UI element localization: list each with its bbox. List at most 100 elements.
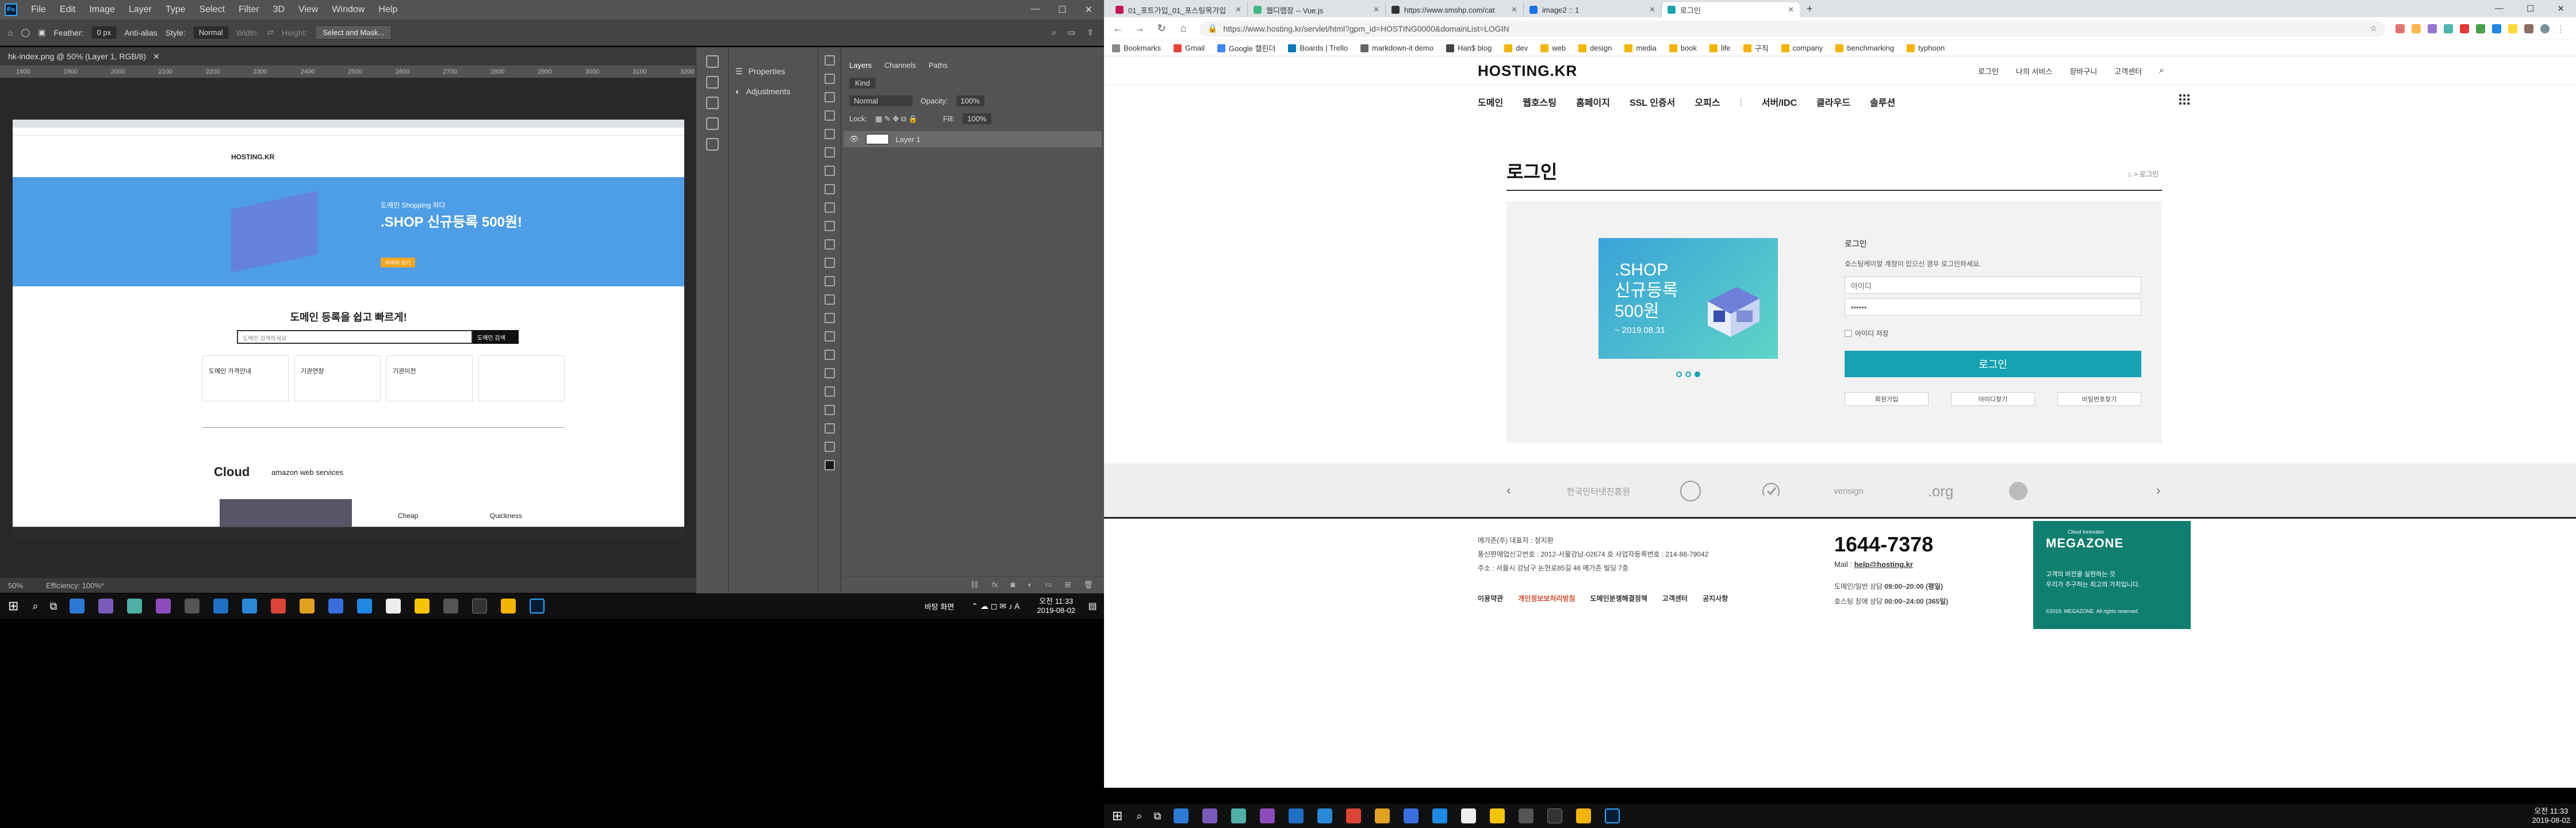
app-icon[interactable] (328, 599, 344, 614)
adjustment-layer-icon[interactable]: ◐ (1028, 580, 1032, 590)
footer-notice-link[interactable]: 공지사항 (1703, 593, 1728, 603)
bookmark-folder[interactable]: 구직 (1743, 43, 1769, 53)
edge-icon[interactable] (213, 599, 229, 614)
app-icon[interactable] (1231, 808, 1247, 823)
crop-tool-icon[interactable] (824, 129, 835, 139)
breadcrumb[interactable]: ⌂ > 로그인 (2128, 169, 2159, 179)
tab-channels[interactable]: Channels (884, 61, 916, 70)
util-support-link[interactable]: 고객센터 (2114, 66, 2142, 76)
layer-name[interactable]: Layer 1 (896, 135, 921, 144)
extension-icon[interactable] (2412, 24, 2421, 33)
extension-icon[interactable] (2395, 24, 2405, 33)
menu-select[interactable]: Select (193, 5, 232, 15)
minimize-icon[interactable]: — (2495, 3, 2504, 14)
reload-icon[interactable]: ↻ (1156, 22, 1167, 34)
move-tool-icon[interactable] (824, 55, 835, 66)
menu-filter[interactable]: Filter (232, 5, 266, 15)
tray-icons[interactable]: ⌃ ☁ ◻ ✉ ♪ A (971, 601, 1031, 611)
remember-id-checkbox[interactable]: 아이디 저장 (1845, 328, 2141, 338)
opacity-input[interactable]: 100% (956, 95, 984, 106)
document-tab-close-icon[interactable]: ✕ (153, 52, 160, 62)
marquee-tool-icon[interactable]: ◯ (21, 28, 30, 37)
type-tool-icon[interactable] (824, 350, 835, 360)
blur-tool-icon[interactable] (824, 294, 835, 305)
app-icon[interactable] (156, 599, 171, 614)
notification-icon[interactable]: ▤ (1081, 600, 1104, 612)
util-my-service-link[interactable]: 나의 서비스 (2016, 66, 2052, 76)
blend-mode-select[interactable]: Normal (849, 95, 913, 106)
lock-icons[interactable]: ▦ ✎ ✥ ⧉ 🔒 (875, 114, 918, 124)
windows-start-icon[interactable]: ⊞ (0, 599, 26, 614)
windows-start-icon[interactable]: ⊞ (1104, 808, 1130, 823)
app-icon[interactable] (386, 599, 401, 614)
search-icon[interactable]: ⌕ (1130, 810, 1148, 822)
address-bar[interactable]: 🔒 https://www.hosting.kr/servlet/html?gp… (1199, 20, 2385, 37)
forward-icon[interactable]: → (1134, 22, 1145, 34)
nav-homepage[interactable]: 홈페이지 (1576, 95, 1610, 109)
workspace-icon[interactable]: ▭ (1068, 28, 1075, 37)
folder-icon[interactable] (1576, 808, 1592, 823)
bookmark-item[interactable]: markdown-it demo (1360, 44, 1433, 52)
lasso-tool-icon[interactable] (824, 92, 835, 102)
bookmark-folder[interactable]: book (1669, 44, 1697, 52)
folder-icon[interactable] (501, 599, 516, 614)
pen-tool-icon[interactable] (824, 331, 835, 342)
menu-kebab-icon[interactable]: ⋮ (2556, 24, 2564, 33)
group-icon[interactable]: ▭ (1045, 580, 1052, 590)
bookmark-folder[interactable]: media (1624, 44, 1657, 52)
search-icon[interactable]: ⌕ (1052, 28, 1056, 37)
bookmark-item[interactable]: Han$ blog (1446, 44, 1492, 52)
stamp-tool-icon[interactable] (824, 221, 835, 231)
app-icon[interactable] (70, 599, 85, 614)
extension-icon[interactable] (2476, 24, 2485, 33)
maximize-icon[interactable]: ☐ (2527, 3, 2534, 14)
bookmark-folder[interactable]: dev (1504, 44, 1528, 52)
nav-solution[interactable]: 솔루션 (1870, 95, 1895, 109)
profile-avatar[interactable] (2540, 24, 2550, 33)
pagination-dot-active[interactable] (1695, 371, 1700, 377)
extension-icon[interactable] (2492, 24, 2501, 33)
zoom-tool-icon[interactable] (824, 423, 835, 434)
fx-icon[interactable]: fx (992, 580, 998, 590)
kakaotalk-icon[interactable] (415, 599, 430, 614)
task-view-icon[interactable]: ⧉ (44, 600, 63, 612)
chrome-icon[interactable] (300, 599, 315, 614)
menu-file[interactable]: File (24, 5, 53, 15)
shape-tool-icon[interactable] (824, 386, 835, 397)
nav-cloud[interactable]: 클라우드 (1816, 95, 1850, 109)
fill-input[interactable]: 100% (963, 113, 991, 124)
chevron-right-icon[interactable]: › (2156, 483, 2160, 498)
bookmark-item[interactable]: Google 캘린더 (1217, 43, 1275, 53)
brush-settings-icon[interactable] (706, 97, 719, 109)
chrome-icon[interactable] (271, 599, 286, 614)
email-link[interactable]: help@hosting.kr (1854, 560, 1913, 569)
browser-tab[interactable]: image2 :: 1 ✕ (1524, 2, 1662, 17)
extension-icon[interactable] (2428, 24, 2437, 33)
vscode-icon[interactable] (1432, 808, 1448, 823)
tab-close-icon[interactable]: ✕ (1235, 5, 1241, 14)
task-view-icon[interactable]: ⧉ (1148, 810, 1167, 822)
share-icon[interactable]: ⇪ (1087, 28, 1094, 37)
tab-close-icon[interactable]: ✕ (1511, 5, 1517, 14)
extension-icon[interactable] (2444, 24, 2453, 33)
app-icon[interactable] (1202, 808, 1218, 823)
bookmark-item[interactable]: Gmail (1174, 44, 1205, 52)
notion-icon[interactable] (1547, 808, 1563, 823)
marquee-tool-icon[interactable] (824, 74, 835, 84)
bookmark-folder[interactable]: life (1709, 44, 1731, 52)
footer-support-link[interactable]: 고객센터 (1662, 593, 1688, 603)
taskbar-clock[interactable]: 오전 11:33 2019-08-02 (2527, 807, 2576, 825)
megazone-badge[interactable]: Cloud Innovator MEGAZONE 고객의 비전을 실현하는 것 … (2033, 521, 2191, 629)
adjustments-row[interactable]: ◐ Adjustments (729, 76, 818, 96)
gradient-tool-icon[interactable] (824, 276, 835, 286)
notion-icon[interactable] (472, 599, 488, 614)
menu-type[interactable]: Type (159, 5, 193, 15)
tab-close-icon[interactable]: ✕ (1373, 5, 1379, 14)
app-icon[interactable] (1260, 808, 1275, 823)
menu-view[interactable]: View (292, 5, 325, 15)
home-icon[interactable]: ⌂ (1178, 22, 1189, 34)
bookmark-item[interactable]: Bookmarks (1112, 44, 1161, 52)
back-icon[interactable]: ← (1112, 22, 1124, 34)
bookmark-star-icon[interactable]: ☆ (2370, 24, 2385, 33)
signup-button[interactable]: 회원가입 (1845, 392, 1929, 406)
